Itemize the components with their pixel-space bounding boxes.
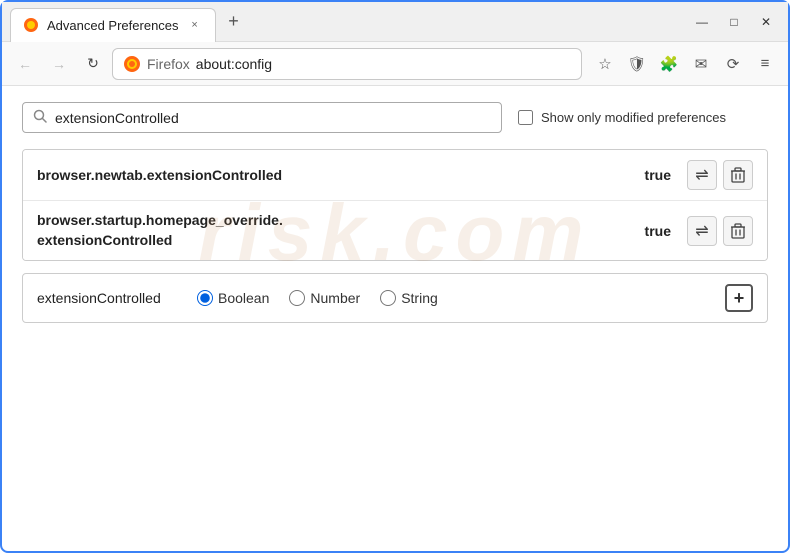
show-modified-label: Show only modified preferences: [541, 110, 726, 125]
back-button[interactable]: ←: [10, 49, 40, 79]
shield-button[interactable]: 🛡: [622, 49, 652, 79]
bookmark-star-button[interactable]: ☆: [590, 49, 620, 79]
address-bar[interactable]: Firefox about:config: [112, 48, 582, 80]
results-table: browser.newtab.extensionControlled true …: [22, 149, 768, 261]
number-option[interactable]: Number: [289, 290, 360, 306]
number-label: Number: [310, 290, 360, 306]
row-1-actions: ⇌: [687, 160, 753, 190]
string-option[interactable]: String: [380, 290, 438, 306]
title-bar: Advanced Preferences × + — □ ✕: [2, 2, 788, 42]
pref-value-1: true: [645, 167, 671, 183]
mail-button[interactable]: ✉: [686, 49, 716, 79]
string-label: String: [401, 290, 438, 306]
show-modified-row: Show only modified preferences: [518, 110, 726, 125]
delete-icon-1: [731, 167, 745, 183]
minimize-button[interactable]: —: [688, 8, 716, 36]
menu-button[interactable]: ≡: [750, 49, 780, 79]
search-box[interactable]: [22, 102, 502, 133]
tab-title: Advanced Preferences: [47, 18, 179, 33]
extension-button[interactable]: 🧩: [654, 49, 684, 79]
number-radio[interactable]: [289, 290, 305, 306]
reload-button[interactable]: ↻: [78, 49, 108, 79]
toggle-button-2[interactable]: ⇌: [687, 216, 717, 246]
firefox-favicon: [23, 17, 39, 33]
window-controls: — □ ✕: [688, 8, 780, 36]
sync-button[interactable]: ⟳: [718, 49, 748, 79]
firefox-logo-icon: [123, 55, 141, 73]
pref-name-2: browser.startup.homepage_override. exten…: [37, 211, 645, 250]
row-2-actions: ⇌: [687, 216, 753, 246]
type-radio-group: Boolean Number String: [197, 290, 438, 306]
table-row: browser.newtab.extensionControlled true …: [23, 150, 767, 201]
nav-icon-group: ☆ 🛡 🧩 ✉ ⟳ ≡: [590, 49, 780, 79]
delete-icon-2: [731, 223, 745, 239]
boolean-option[interactable]: Boolean: [197, 290, 269, 306]
url-display: about:config: [196, 56, 272, 72]
boolean-label: Boolean: [218, 290, 269, 306]
new-tab-button[interactable]: +: [220, 8, 248, 36]
add-preference-button[interactable]: +: [725, 284, 753, 312]
tab-close-button[interactable]: ×: [187, 17, 203, 33]
close-button[interactable]: ✕: [752, 8, 780, 36]
new-preference-row: extensionControlled Boolean Number Strin…: [22, 273, 768, 323]
delete-button-2[interactable]: [723, 216, 753, 246]
content-area: Show only modified preferences browser.n…: [2, 86, 788, 339]
search-row: Show only modified preferences: [22, 102, 768, 133]
show-modified-checkbox[interactable]: [518, 110, 533, 125]
maximize-button[interactable]: □: [720, 8, 748, 36]
forward-button[interactable]: →: [44, 49, 74, 79]
boolean-radio[interactable]: [197, 290, 213, 306]
delete-button-1[interactable]: [723, 160, 753, 190]
toggle-button-1[interactable]: ⇌: [687, 160, 717, 190]
navigation-bar: ← → ↻ Firefox about:config ☆ 🛡 🧩 ✉ ⟳ ≡: [2, 42, 788, 86]
search-icon: [33, 109, 47, 126]
pref-value-2: true: [645, 223, 671, 239]
search-input[interactable]: [55, 110, 491, 126]
pref-name-1: browser.newtab.extensionControlled: [37, 167, 645, 183]
table-row: browser.startup.homepage_override. exten…: [23, 201, 767, 260]
browser-label: Firefox: [147, 56, 190, 72]
browser-tab[interactable]: Advanced Preferences ×: [10, 8, 216, 42]
string-radio[interactable]: [380, 290, 396, 306]
new-pref-name-label: extensionControlled: [37, 290, 177, 306]
